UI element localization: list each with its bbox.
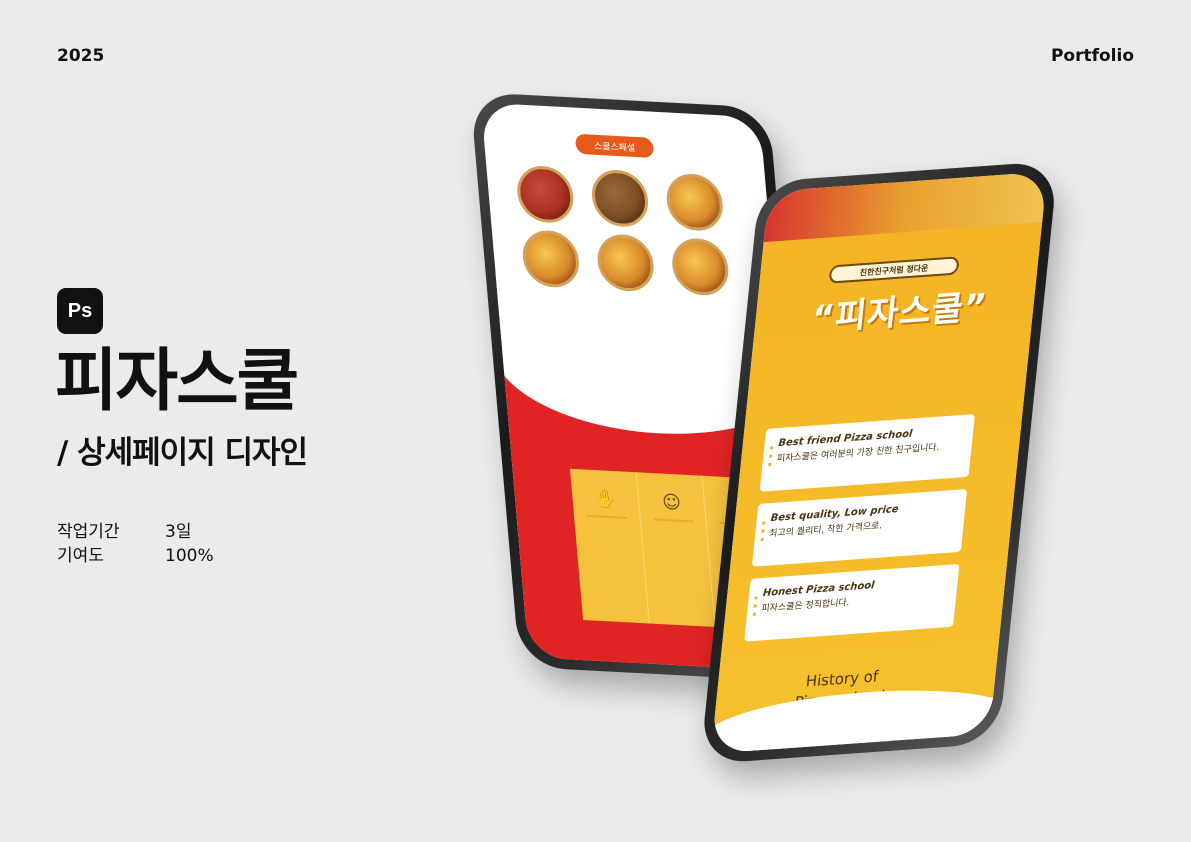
project-title: 피자스쿨 [55,342,299,421]
project-meta: 작업기간 3일 기여도 100% [57,520,214,568]
meta-value: 100% [165,546,214,566]
photoshop-icon: Ps [57,288,103,334]
pizza-item [583,168,657,229]
year-label: 2025 [57,46,105,66]
meta-key: 기여도 [57,546,104,566]
pizza-image [670,237,731,297]
thumbs-up-icon: ✋ [593,488,618,511]
pizza-image [589,168,651,229]
special-pill: 스쿨스페셜 [574,133,655,158]
portfolio-label: Portfolio [1050,46,1134,66]
family-icon: ☺ [661,491,682,514]
phone-mockup-right: 친한친구처럼 정다운 “피자스쿨” Best friend Pizza scho… [699,160,1059,765]
pizza-image [514,164,576,225]
pizza-grid [508,164,738,297]
phone-screen-right: 친한친구처럼 정다운 “피자스쿨” Best friend Pizza scho… [710,171,1048,754]
dots-decoration [752,596,758,619]
meta-value: 3일 [165,522,192,542]
pizza-item [658,172,732,233]
pizza-image [520,229,581,289]
pizza-item [508,164,582,225]
divider [653,518,694,523]
divider [586,514,627,519]
pizza-image [664,172,726,233]
pizza-image [595,233,656,293]
pizza-item [664,237,738,297]
meta-row-duration: 작업기간 3일 [57,520,214,544]
pizza-item [589,233,663,293]
dots-decoration [760,521,766,544]
pizza-item [514,229,588,289]
dots-decoration [767,446,774,470]
project-subtitle: / 상세페이지 디자인 [57,435,308,471]
meta-row-contribution: 기여도 100% [57,544,214,568]
meta-key: 작업기간 [57,522,120,542]
photoshop-icon-label: Ps [67,299,93,322]
